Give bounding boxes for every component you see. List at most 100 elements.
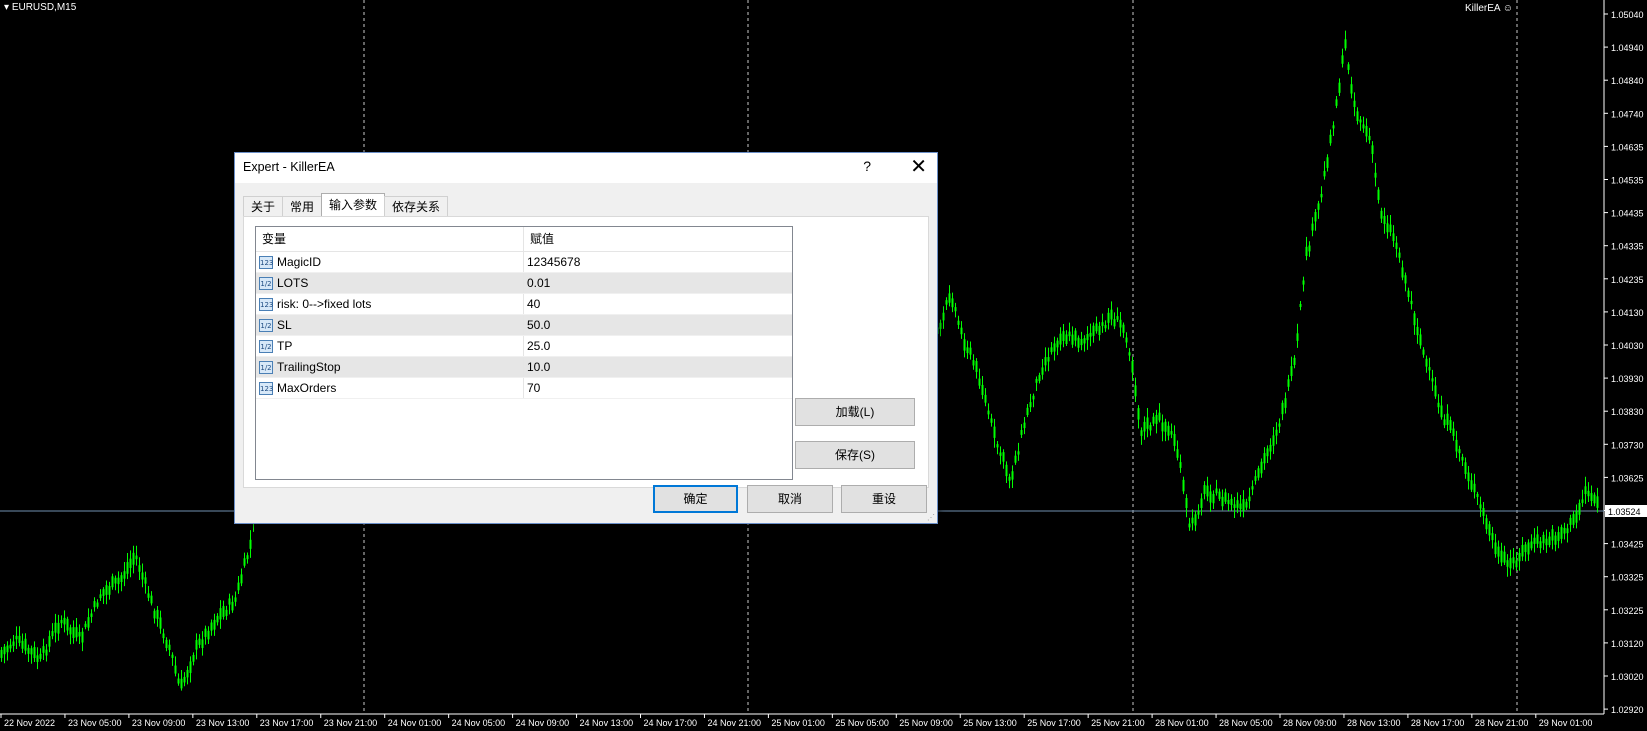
help-button[interactable]: ? bbox=[863, 158, 871, 174]
candle-body bbox=[1323, 170, 1326, 177]
param-value[interactable]: 40 bbox=[524, 294, 792, 314]
param-name-cell[interactable]: 123 MagicID bbox=[256, 252, 524, 272]
candle-body bbox=[150, 595, 153, 604]
candle-body bbox=[1536, 534, 1539, 544]
candle-body bbox=[159, 617, 162, 629]
param-value[interactable]: 50.0 bbox=[524, 315, 792, 335]
candle-body bbox=[123, 571, 126, 579]
candle-body bbox=[1239, 503, 1242, 510]
param-value[interactable]: 10.0 bbox=[524, 357, 792, 377]
candle-body bbox=[1209, 491, 1212, 503]
cancel-button[interactable]: 取消 bbox=[747, 485, 833, 513]
candle-body bbox=[3, 646, 6, 655]
candle-body bbox=[213, 619, 216, 630]
candle-body bbox=[1293, 357, 1296, 365]
candle-body bbox=[132, 552, 135, 565]
candle-body bbox=[1344, 39, 1347, 49]
candle-body bbox=[1443, 419, 1446, 426]
param-name: LOTS bbox=[277, 276, 309, 290]
tab-about[interactable]: 关于 bbox=[243, 196, 284, 217]
tab-dependencies[interactable]: 依存关系 bbox=[384, 196, 449, 217]
candle-body bbox=[1422, 349, 1425, 355]
param-name-cell[interactable]: 123 risk: 0-->fixed lots bbox=[256, 294, 524, 314]
candle-body bbox=[1110, 309, 1113, 320]
param-name-cell[interactable]: 1/2 SL bbox=[256, 315, 524, 335]
param-row[interactable]: 123 MaxOrders 70 bbox=[256, 378, 792, 399]
candle-body bbox=[1155, 414, 1158, 424]
dropdown-arrow-icon[interactable]: ▾ bbox=[4, 2, 9, 13]
param-row[interactable]: 1/2 SL 50.0 bbox=[256, 315, 792, 336]
candle-body bbox=[1395, 242, 1398, 249]
ea-label[interactable]: KillerEA ☺ bbox=[1465, 3, 1513, 14]
candle-body bbox=[1002, 452, 1005, 462]
candle-body bbox=[48, 636, 51, 647]
param-value[interactable]: 0.01 bbox=[524, 273, 792, 293]
candle-body bbox=[1266, 448, 1269, 457]
param-value[interactable]: 70 bbox=[524, 378, 792, 398]
param-name-cell[interactable]: 1/2 TrailingStop bbox=[256, 357, 524, 377]
candle-body bbox=[1014, 455, 1017, 463]
candle-body bbox=[1107, 312, 1110, 323]
candle-body bbox=[210, 622, 213, 631]
candle-body bbox=[1116, 316, 1119, 320]
save-button[interactable]: 保存(S) bbox=[795, 441, 915, 469]
candle-body bbox=[30, 648, 33, 655]
candle-body bbox=[993, 426, 996, 438]
ok-button[interactable]: 确定 bbox=[653, 485, 738, 513]
candle-body bbox=[1476, 493, 1479, 497]
param-row[interactable]: 123 risk: 0-->fixed lots 40 bbox=[256, 294, 792, 315]
candle-body bbox=[1230, 498, 1233, 505]
candle-body bbox=[957, 320, 960, 325]
candle-body bbox=[1581, 499, 1584, 503]
candle-body bbox=[987, 410, 990, 415]
table-header: 变量 赋值 bbox=[256, 227, 792, 252]
param-name-cell[interactable]: 123 MaxOrders bbox=[256, 378, 524, 398]
candle-body bbox=[99, 594, 102, 599]
param-row[interactable]: 1/2 TP 25.0 bbox=[256, 336, 792, 357]
param-row[interactable]: 1/2 TrailingStop 10.0 bbox=[256, 357, 792, 378]
tab-inputs[interactable]: 输入参数 bbox=[321, 193, 386, 217]
param-row[interactable]: 123 MagicID 12345678 bbox=[256, 252, 792, 273]
candle-body bbox=[1341, 55, 1344, 64]
candle-body bbox=[1104, 325, 1107, 329]
candle-body bbox=[1203, 485, 1206, 494]
candle-body bbox=[1026, 407, 1029, 416]
param-value[interactable]: 12345678 bbox=[524, 252, 792, 272]
candle-body bbox=[1392, 233, 1395, 242]
candle-body bbox=[1338, 82, 1341, 93]
candle-body bbox=[939, 322, 942, 329]
candle-body bbox=[1347, 64, 1350, 70]
candle-body bbox=[180, 678, 183, 689]
candle-body bbox=[1518, 553, 1521, 562]
candle-body bbox=[1128, 352, 1131, 356]
param-name-cell[interactable]: 1/2 LOTS bbox=[256, 273, 524, 293]
header-variable[interactable]: 变量 bbox=[256, 227, 524, 251]
load-button[interactable]: 加载(L) bbox=[795, 398, 915, 426]
candle-body bbox=[1131, 361, 1134, 373]
candle-body bbox=[249, 539, 252, 549]
candle-body bbox=[1032, 395, 1035, 400]
param-row[interactable]: 1/2 LOTS 0.01 bbox=[256, 273, 792, 294]
param-value[interactable]: 25.0 bbox=[524, 336, 792, 356]
header-value[interactable]: 赋值 bbox=[524, 227, 792, 251]
candle-body bbox=[1569, 517, 1572, 525]
candle-body bbox=[45, 649, 48, 656]
tab-common[interactable]: 常用 bbox=[282, 196, 323, 217]
params-table[interactable]: 变量 赋值 123 MagicID 12345678 1/2 LOTS 0.01 123 ri… bbox=[255, 226, 793, 480]
candle-body bbox=[195, 640, 198, 650]
candle-body bbox=[1278, 423, 1281, 427]
candle-body bbox=[1065, 334, 1068, 344]
param-name-cell[interactable]: 1/2 TP bbox=[256, 336, 524, 356]
candle-body bbox=[1326, 157, 1329, 168]
candle-body bbox=[60, 619, 63, 624]
candle-body bbox=[198, 638, 201, 645]
close-button[interactable]: ✕ bbox=[910, 154, 927, 179]
candle-body bbox=[1389, 224, 1392, 233]
candle-body bbox=[1281, 402, 1284, 415]
candle-body bbox=[1146, 417, 1149, 429]
candle-body bbox=[1506, 560, 1509, 567]
resize-grip-icon[interactable]: ⋰ bbox=[927, 513, 935, 522]
reset-button[interactable]: 重设 bbox=[841, 485, 927, 513]
candle-body bbox=[1236, 500, 1239, 508]
dialog-titlebar[interactable]: Expert - KillerEA ? ✕ bbox=[235, 153, 937, 183]
